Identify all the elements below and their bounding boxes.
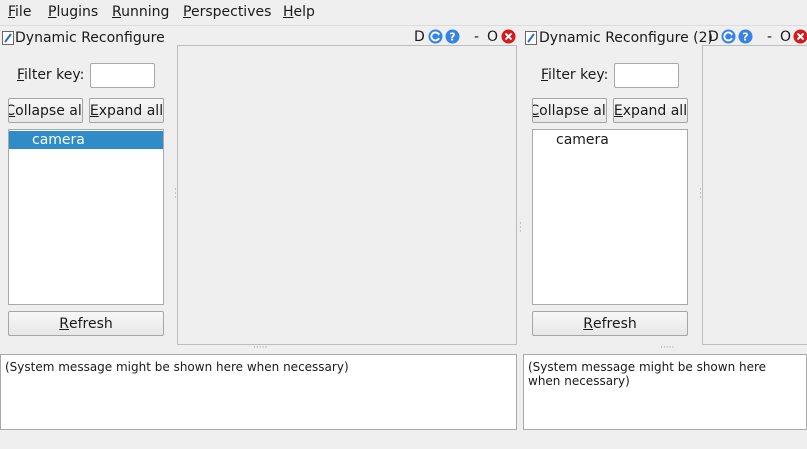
- menu-running[interactable]: Running: [112, 4, 169, 21]
- splitter-handle[interactable]: ·····: [253, 344, 267, 353]
- svg-text:?: ?: [449, 31, 455, 44]
- menu-file[interactable]: File: [8, 4, 31, 21]
- dock-title: Dynamic Reconfigure (2): [539, 30, 713, 46]
- splitter-handle[interactable]: · · ·: [519, 220, 522, 237]
- minimize-button[interactable]: -: [767, 30, 772, 45]
- float-button[interactable]: O: [487, 30, 498, 45]
- refresh-button[interactable]: Refresh: [532, 311, 688, 336]
- help-icon[interactable]: ?: [738, 29, 753, 44]
- menu-perspectives[interactable]: Perspectives: [183, 4, 271, 21]
- status-bar: [0, 431, 807, 449]
- right-dock: Dynamic Reconfigure (2) D ? - O Filter k…: [523, 26, 807, 350]
- parameter-panel: [177, 45, 517, 345]
- d-button[interactable]: D: [708, 30, 719, 45]
- filter-key-input[interactable]: [90, 63, 155, 88]
- d-button[interactable]: D: [414, 30, 425, 45]
- svg-text:?: ?: [742, 31, 748, 44]
- system-message-box: (System message might be shown here when…: [0, 354, 517, 430]
- filter-key-label: Filter key:: [541, 67, 609, 83]
- float-button[interactable]: O: [780, 30, 791, 45]
- reload-icon[interactable]: [428, 29, 443, 44]
- system-message-box: (System message might be shown here when…: [523, 354, 807, 430]
- collapse-all-button[interactable]: Collapse all: [8, 98, 83, 123]
- refresh-button[interactable]: Refresh: [8, 311, 164, 336]
- dock-title: Dynamic Reconfigure: [15, 30, 165, 46]
- parameter-panel: [702, 45, 807, 345]
- filter-key-label: Filter key:: [17, 67, 85, 83]
- minimize-button[interactable]: -: [474, 30, 479, 45]
- document-icon: [2, 31, 14, 45]
- menu-help[interactable]: Help: [283, 4, 315, 21]
- node-tree[interactable]: camera: [8, 129, 164, 305]
- splitter-handle[interactable]: · · ·: [174, 186, 177, 203]
- close-icon[interactable]: [501, 29, 516, 44]
- left-dock: Dynamic Reconfigure D ? - O Filter key: …: [0, 26, 520, 350]
- close-icon[interactable]: [793, 29, 807, 44]
- reload-icon[interactable]: [721, 29, 736, 44]
- expand-all-button[interactable]: Expand all: [613, 98, 688, 123]
- collapse-all-button[interactable]: Collapse all: [532, 98, 607, 123]
- splitter-handle[interactable]: ·····: [660, 344, 674, 353]
- document-icon: [525, 31, 537, 45]
- menu-plugins[interactable]: Plugins: [48, 4, 98, 21]
- tree-item[interactable]: camera: [9, 131, 163, 149]
- help-icon[interactable]: ?: [445, 29, 460, 44]
- splitter-handle[interactable]: · · ·: [699, 186, 702, 203]
- menu-bar: File Plugins Running Perspectives Help: [0, 0, 807, 26]
- filter-key-input[interactable]: [614, 63, 679, 88]
- expand-all-button[interactable]: Expand all: [89, 98, 164, 123]
- tree-item[interactable]: camera: [533, 131, 687, 149]
- node-tree[interactable]: camera: [532, 129, 688, 305]
